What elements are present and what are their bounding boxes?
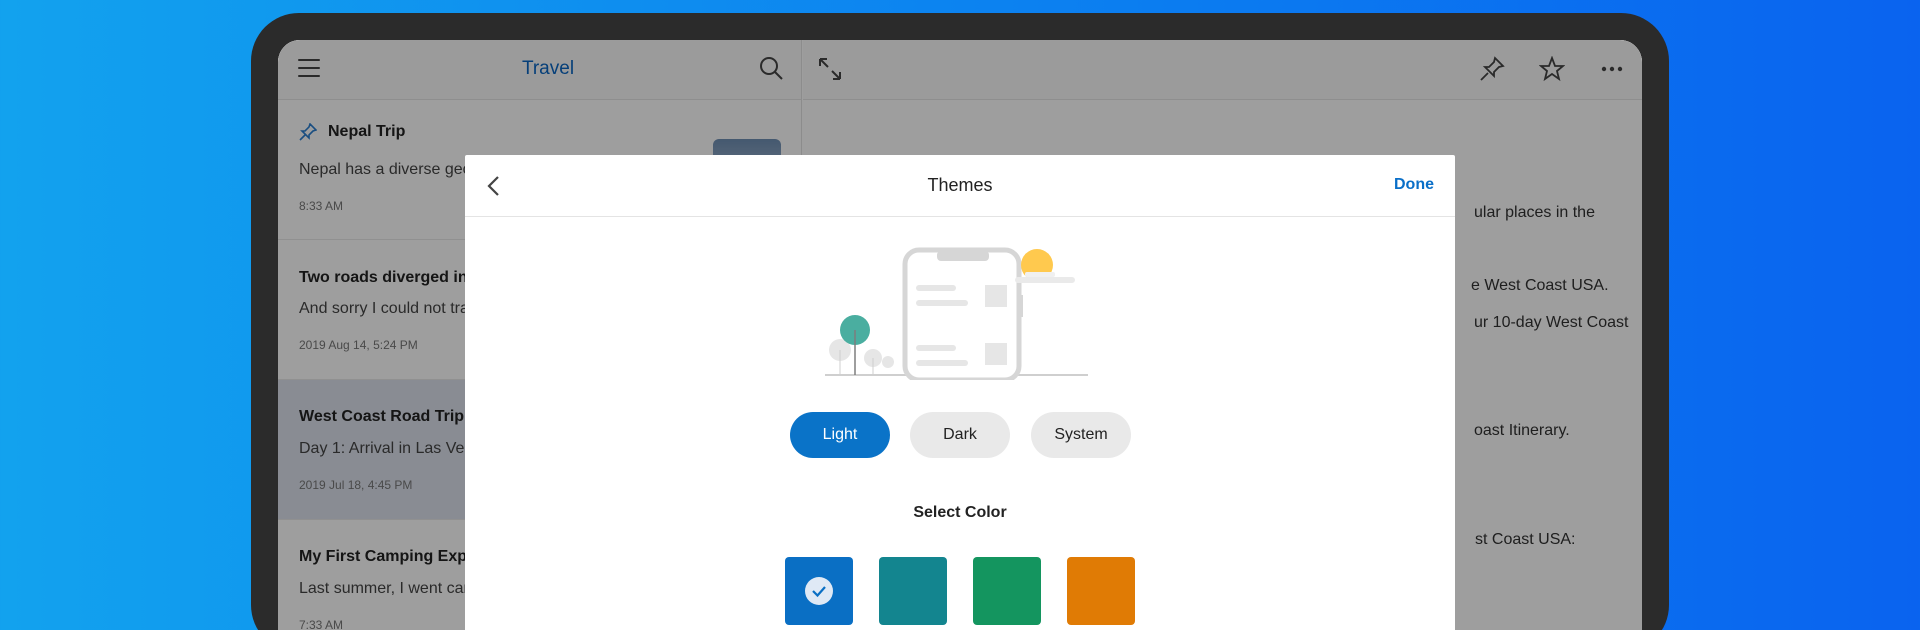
color-swatch-orange[interactable] bbox=[1067, 557, 1135, 625]
theme-option-light[interactable]: Light bbox=[790, 412, 890, 458]
theme-option-dark[interactable]: Dark bbox=[910, 412, 1010, 458]
dialog-title: Themes bbox=[927, 175, 993, 195]
color-swatch-green[interactable] bbox=[973, 557, 1041, 625]
color-swatch-teal[interactable] bbox=[879, 557, 947, 625]
select-color-heading: Select Color bbox=[913, 504, 1007, 521]
theme-illustration bbox=[825, 247, 1088, 380]
done-button[interactable]: Done bbox=[1394, 176, 1434, 194]
dialog-header: Themes Done bbox=[465, 155, 1455, 217]
themes-dialog: Themes Done Light Dark System Select Col… bbox=[465, 155, 1455, 630]
selected-check-icon bbox=[805, 577, 833, 605]
color-swatch-blue[interactable] bbox=[785, 557, 853, 625]
theme-option-system[interactable]: System bbox=[1031, 412, 1131, 458]
